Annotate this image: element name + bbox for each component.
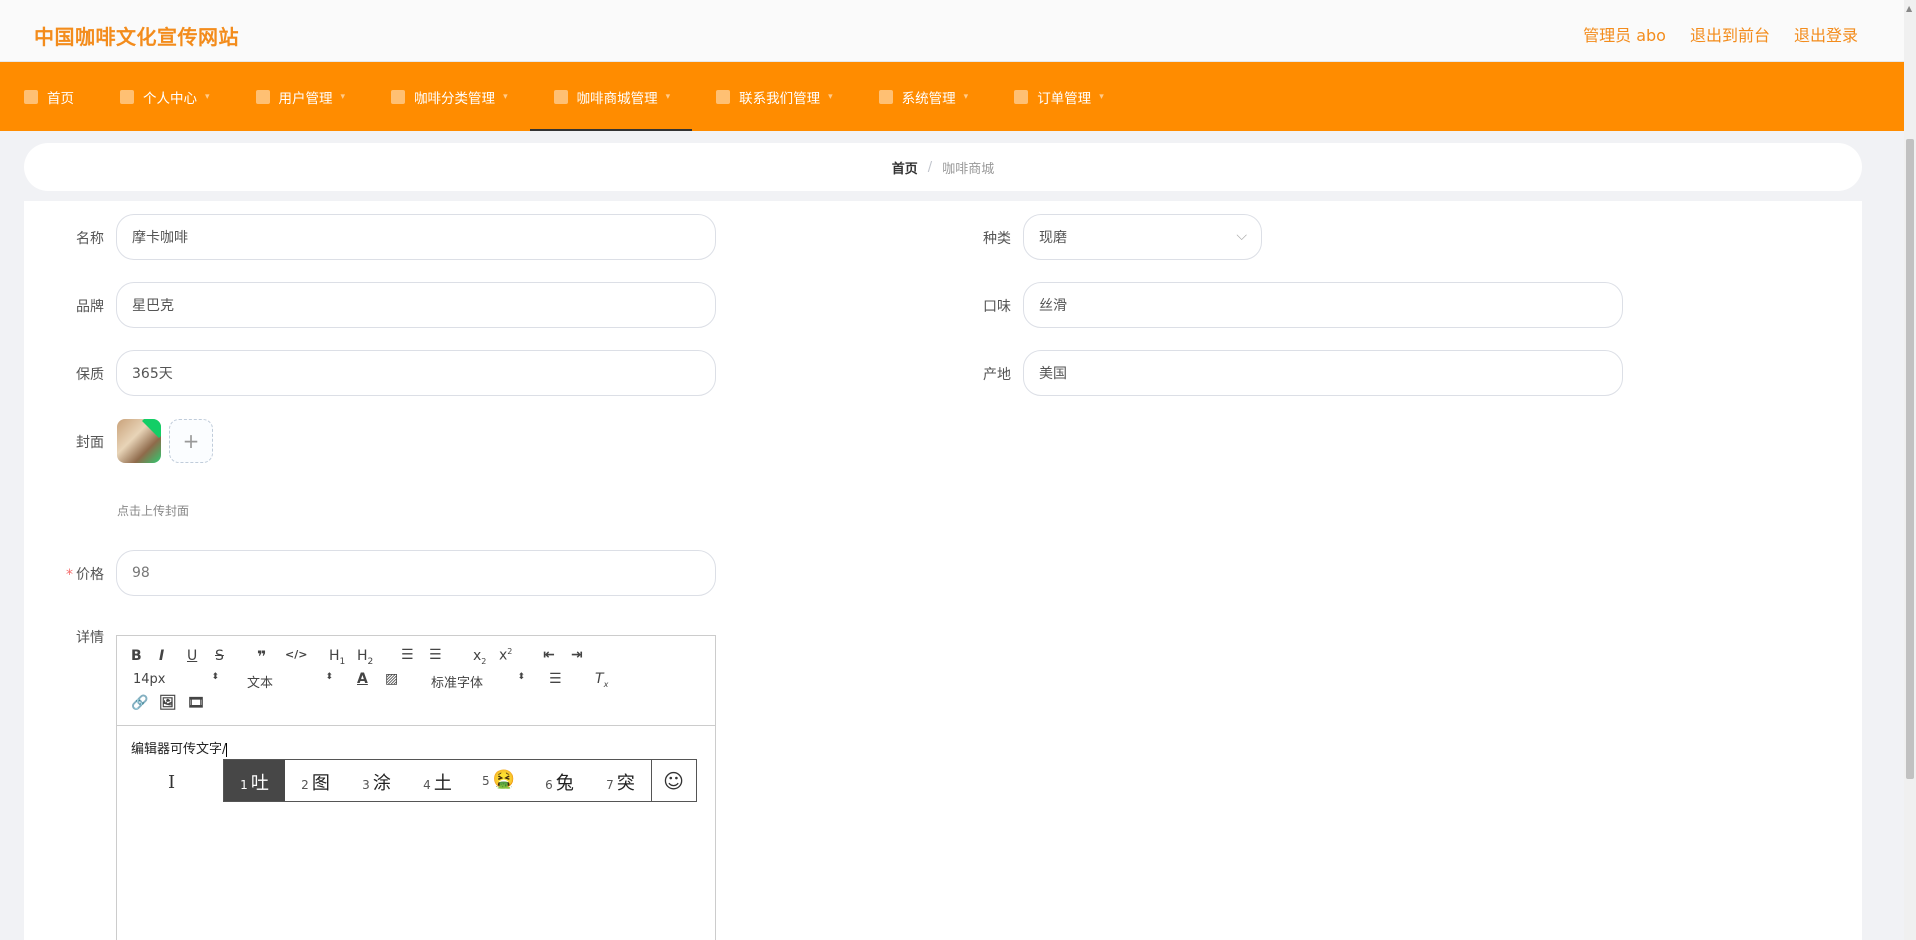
user-icon <box>120 89 134 104</box>
strike-icon[interactable]: S <box>215 648 224 664</box>
settings-icon <box>878 89 893 104</box>
admin-label: 管理员 abo <box>1583 26 1666 45</box>
nav-item-orders[interactable]: 订单管理 ▾ <box>990 62 1126 131</box>
ime-candidate-bar: 1吐 2图 3涂 4土 5 🤮 6兔 7突 ☺ <box>223 759 697 802</box>
indent-icon[interactable]: ⇥ <box>571 647 583 663</box>
up-down-icon: ⬍ <box>211 672 219 682</box>
superscript-icon[interactable]: x2 <box>499 647 512 664</box>
clear-format-icon[interactable]: Tx <box>595 671 608 689</box>
background-color-icon[interactable]: ▨ <box>385 671 398 687</box>
quote-icon[interactable]: ❞ <box>257 647 266 666</box>
up-down-icon: ⬍ <box>325 672 333 682</box>
detail-label: 详情 <box>76 630 104 646</box>
header-1-icon[interactable]: H1 <box>329 648 345 667</box>
ime-candidate[interactable]: 5 🤮 <box>468 760 529 801</box>
chevron-down-icon: ▾ <box>205 91 210 102</box>
required-mark: * <box>66 567 73 583</box>
block-type-select[interactable]: 文本 ⬍ <box>247 672 333 691</box>
text-color-icon[interactable]: A <box>357 671 368 687</box>
list-icon <box>391 89 406 104</box>
check-icon <box>142 419 161 438</box>
video-icon[interactable]: 🎞 <box>187 695 205 711</box>
scroll-thumb[interactable] <box>1906 139 1914 779</box>
name-label: 名称 <box>76 231 104 247</box>
brand-input[interactable]: 星巴克 <box>116 282 716 328</box>
category-select[interactable]: 现磨 ⌵ <box>1023 214 1262 260</box>
nav-item-users[interactable]: 用户管理 ▾ <box>232 62 368 131</box>
italic-icon[interactable]: I <box>159 648 164 664</box>
nav-item-coffee-shop[interactable]: 咖啡商城管理 ▾ <box>529 62 693 131</box>
shelf-life-input[interactable]: 365天 <box>116 350 716 396</box>
chevron-down-icon: ▾ <box>340 91 346 102</box>
font-size-select[interactable]: 14px ⬍ <box>133 672 219 687</box>
breadcrumb-separator: / <box>927 159 933 175</box>
chevron-down-icon: ▾ <box>665 91 671 102</box>
chevron-down-icon: ⌵ <box>1236 228 1247 244</box>
underline-icon[interactable]: U <box>187 648 197 664</box>
taste-label: 口味 <box>983 299 1011 315</box>
code-icon[interactable]: </> <box>285 648 307 661</box>
plus-icon: + <box>182 429 200 453</box>
top-bar: 中国咖啡文化宣传网站 管理员 abo 退出到前台 退出登录 <box>0 0 1904 62</box>
ibeam-cursor-icon: I <box>168 772 176 793</box>
page-scrollbar[interactable]: ▲ <box>1904 0 1916 940</box>
order-icon <box>1014 89 1029 104</box>
power-icon <box>255 89 270 104</box>
nav-item-coffee-category[interactable]: 咖啡分类管理 ▾ <box>367 62 530 131</box>
scroll-up-icon[interactable]: ▲ <box>1906 4 1912 13</box>
ime-candidate[interactable]: 1吐 <box>224 760 285 801</box>
chat-icon <box>716 89 731 104</box>
ime-candidate[interactable]: 6兔 <box>529 760 590 801</box>
font-family-select[interactable]: 标准字体 ⬍ <box>431 672 525 691</box>
price-label: * 价格 <box>66 567 104 583</box>
emoji-icon[interactable]: ☺ <box>651 760 695 801</box>
main-nav: 首页 个人中心 ▾ 用户管理 ▾ 咖啡分类管理 ▾ 咖啡商城管理 ▾ 联系我们管理 ▾ 系… <box>0 62 1904 131</box>
breadcrumb-home[interactable]: 首页 <box>892 158 918 177</box>
chevron-down-icon: ▾ <box>1099 91 1104 102</box>
link-icon[interactable]: 🔗 <box>131 695 148 711</box>
home-icon <box>24 89 38 104</box>
category-label: 种类 <box>983 231 1011 247</box>
taste-input[interactable]: 丝滑 <box>1023 282 1623 328</box>
ime-candidate[interactable]: 4土 <box>407 760 468 801</box>
chevron-down-icon: ▾ <box>963 91 969 102</box>
cover-thumbnail[interactable] <box>117 419 161 463</box>
cover-label: 封面 <box>76 435 104 451</box>
upload-cover-button[interactable]: + <box>169 419 213 463</box>
ime-candidate[interactable]: 7突 <box>590 760 651 801</box>
ordered-list-icon[interactable]: ☰ <box>401 647 414 663</box>
cover-hint: 点击上传封面 <box>117 504 190 518</box>
origin-input[interactable]: 美国 <box>1023 350 1623 396</box>
text-cursor <box>226 742 228 757</box>
ime-candidate[interactable]: 2图 <box>285 760 346 801</box>
up-down-icon: ⬍ <box>517 672 525 682</box>
to-front-link[interactable]: 退出到前台 <box>1690 22 1770 46</box>
bold-icon[interactable]: B <box>131 648 142 664</box>
breadcrumb-current: 咖啡商城 <box>942 161 995 177</box>
align-icon[interactable]: ☰ <box>549 671 562 687</box>
nav-item-contact[interactable]: 联系我们管理 ▾ <box>692 62 855 131</box>
header-2-icon[interactable]: H2 <box>357 648 373 667</box>
brand-label: 品牌 <box>76 299 104 315</box>
bullet-list-icon[interactable]: ☰ <box>429 647 442 663</box>
shelf-life-label: 保质 <box>76 367 104 383</box>
site-title: 中国咖啡文化宣传网站 <box>34 25 239 49</box>
top-links: 管理员 abo 退出到前台 退出登录 <box>1583 22 1858 46</box>
image-icon[interactable]: 🖼 <box>159 695 177 711</box>
logout-link[interactable]: 退出登录 <box>1794 22 1858 46</box>
location-icon <box>553 89 568 104</box>
chevron-down-icon: ▾ <box>828 91 833 102</box>
origin-label: 产地 <box>983 367 1011 383</box>
ime-candidate[interactable]: 3涂 <box>346 760 407 801</box>
nav-item-personal[interactable]: 个人中心 ▾ <box>96 62 232 131</box>
name-input[interactable]: 摩卡咖啡 <box>116 214 716 260</box>
outdent-icon[interactable]: ⇤ <box>543 647 555 663</box>
price-input[interactable]: 98 <box>116 550 716 596</box>
breadcrumb: 首页 / 咖啡商城 <box>24 143 1862 191</box>
editor-toolbar: B I U S ❞ </> H1 H2 ☰ ☰ x2 x2 ⇤ ⇥ 14px ⬍ … <box>117 636 715 726</box>
nav-item-home[interactable]: 首页 <box>0 62 96 131</box>
subscript-icon[interactable]: x2 <box>473 648 486 666</box>
nav-item-system[interactable]: 系统管理 ▾ <box>855 62 991 131</box>
chevron-down-icon: ▾ <box>503 91 508 102</box>
